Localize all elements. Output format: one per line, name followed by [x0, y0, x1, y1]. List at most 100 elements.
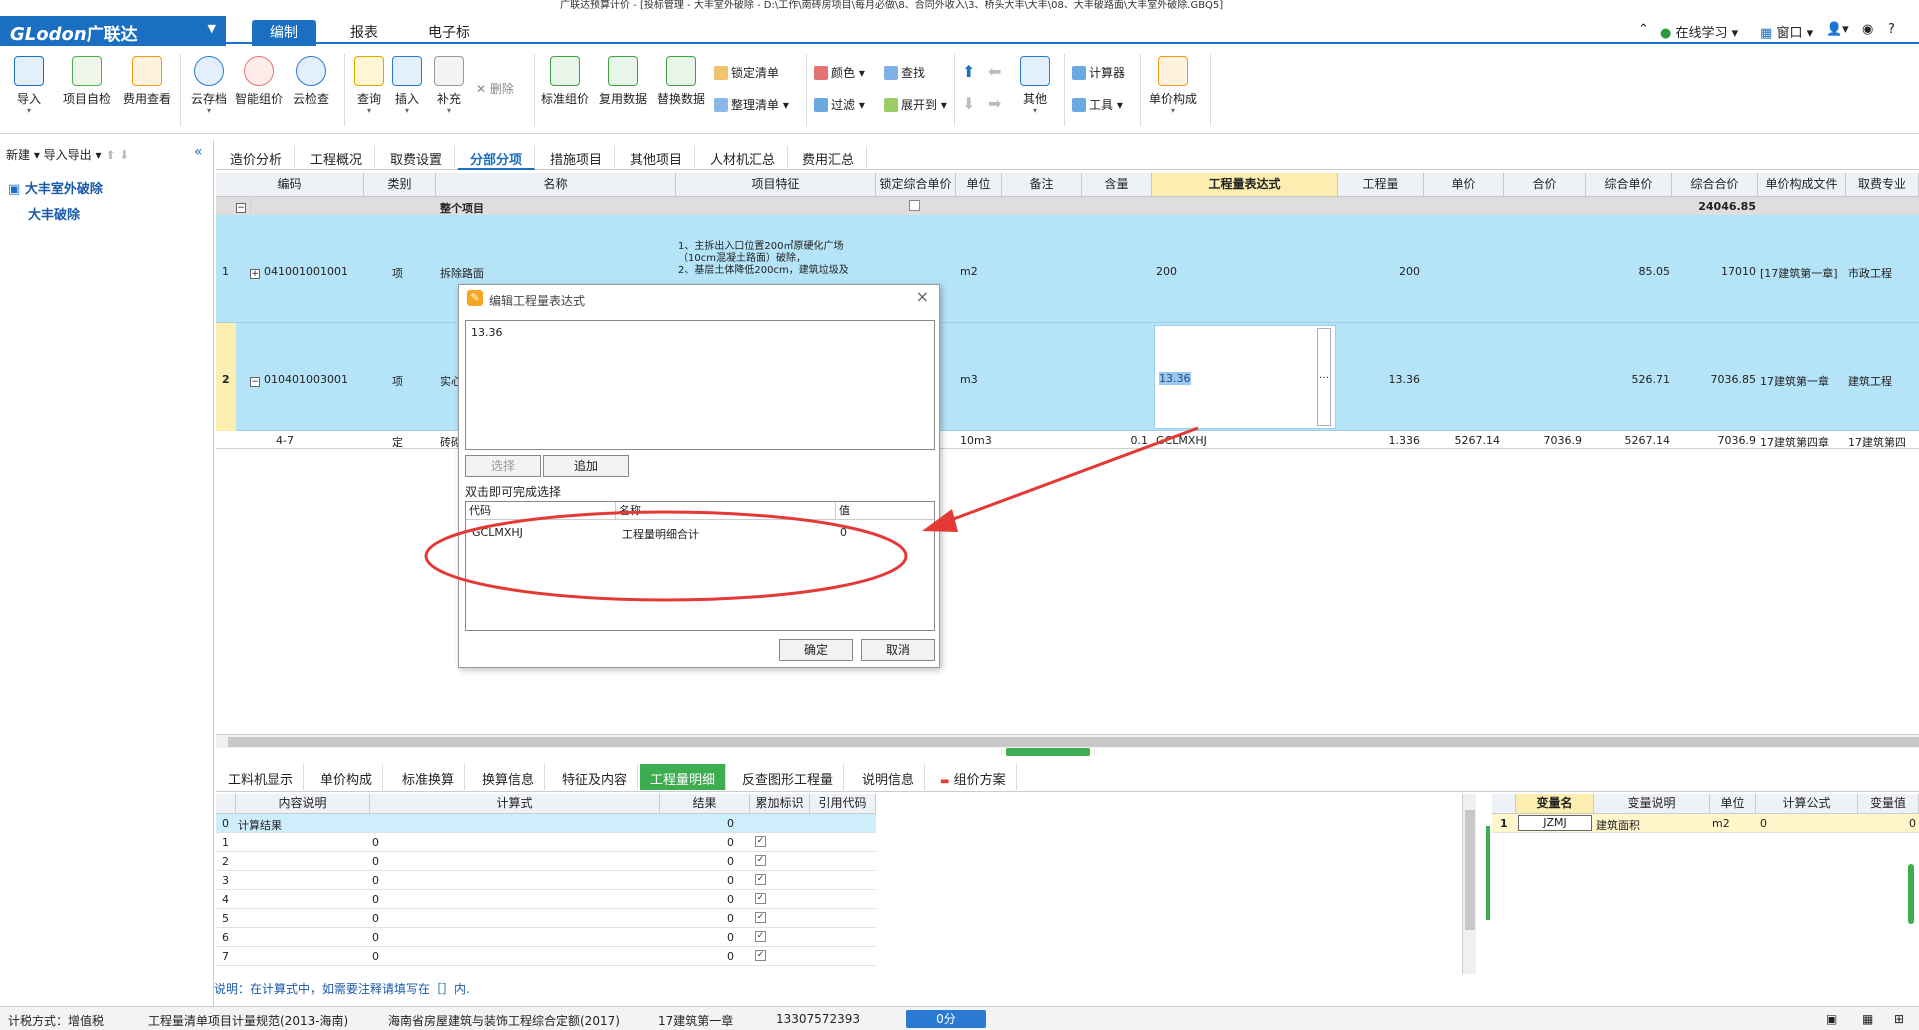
col-header-price-file[interactable]: 单价构成文件 [1758, 173, 1846, 197]
tab-cost-analysis[interactable]: 造价分析 [218, 146, 296, 170]
unit-price-composition-button[interactable]: 单价构成 ▾ [1144, 56, 1202, 115]
accumulate-checkbox[interactable]: ✓ [755, 874, 766, 885]
online-learning-button[interactable]: ● 在线学习 ▾ [1660, 22, 1738, 41]
row-code[interactable]: −010401003001 [250, 373, 348, 387]
import-export-button[interactable]: 导入导出 [44, 148, 92, 162]
detail-row-expr[interactable]: 0 [372, 950, 379, 963]
find-button[interactable]: 查找 [884, 64, 925, 81]
vars-row-name[interactable]: JZMJ [1518, 815, 1592, 831]
col-header-remark[interactable]: 备注 [1002, 173, 1082, 197]
move-left-icon[interactable]: ⬅ [988, 62, 1001, 81]
tab-feature-content[interactable]: 特征及内容 [552, 764, 639, 790]
detail-row-expr[interactable]: 0 [372, 836, 379, 849]
replace-data-button[interactable]: 替换数据 [652, 56, 710, 107]
detail-row[interactable]: 2 0 0 ✓ [216, 852, 876, 871]
layout-icon[interactable]: ▣ [1826, 1012, 1837, 1026]
vars-col-header-name[interactable]: 变量名 [1516, 794, 1594, 814]
expr-ellipsis-button[interactable]: … [1317, 328, 1331, 426]
expand-icon[interactable]: + [250, 269, 260, 279]
detail-row-expr[interactable]: 0 [372, 912, 379, 925]
row-qty-expr[interactable]: 200 [1156, 265, 1177, 278]
table-row-total[interactable]: − 整个项目 24046.85 [216, 197, 1919, 215]
move-down-icon[interactable]: ⬇ [962, 94, 975, 113]
detail-col-header-result[interactable]: 结果 [660, 794, 750, 814]
move-down-icon[interactable]: ⬇ [119, 148, 129, 162]
list-item-value[interactable]: 0 [840, 526, 847, 539]
col-header-comp-price[interactable]: 综合单价 [1586, 173, 1672, 197]
tab-conversion-info[interactable]: 换算信息 [472, 764, 546, 790]
ok-button[interactable]: 确定 [779, 639, 853, 661]
detail-col-header-expr[interactable]: 计算式 [370, 794, 660, 814]
grid-view-icon[interactable]: ▦ [1862, 1012, 1873, 1026]
delete-button[interactable]: ✕ 删除 [476, 80, 514, 97]
tab-standard-conversion[interactable]: 标准换算 [392, 764, 466, 790]
collapse-ribbon-icon[interactable]: ⌃ [1638, 22, 1649, 37]
detail-row[interactable]: 4 0 0 ✓ [216, 890, 876, 909]
accumulate-checkbox[interactable]: ✓ [755, 912, 766, 923]
row-qty-expr[interactable]: GCLMXHJ [1156, 434, 1207, 447]
user-icon[interactable]: 👤▾ [1826, 22, 1849, 37]
menu-tab-etender[interactable]: 电子标 [410, 20, 488, 46]
expand-to-button[interactable]: 展开到 ▾ [884, 96, 947, 113]
tools-button[interactable]: 工具 ▾ [1072, 96, 1123, 113]
cost-view-button[interactable]: 费用查看 [118, 56, 176, 107]
select-button[interactable]: 选择 [465, 455, 541, 477]
vars-col-header-formula[interactable]: 计算公式 [1756, 794, 1858, 814]
tab-fee-settings[interactable]: 取费设置 [378, 146, 456, 170]
lock-checkbox[interactable] [909, 200, 920, 211]
col-header-comp-total[interactable]: 综合合价 [1672, 173, 1758, 197]
detail-row-expr[interactable]: 0 [372, 931, 379, 944]
window-menu-button[interactable]: ▦ 窗口 ▾ [1760, 22, 1813, 41]
detail-row-expr[interactable]: 0 [372, 855, 379, 868]
collapse-pane-icon[interactable]: « [194, 144, 203, 160]
supplement-button[interactable]: 补充 ▾ [420, 56, 478, 115]
append-button[interactable]: 追加 [543, 455, 629, 477]
cancel-button[interactable]: 取消 [861, 639, 935, 661]
row-code[interactable]: +041001001001 [250, 265, 348, 279]
detail-row-expr[interactable]: 0 [372, 874, 379, 887]
accumulate-checkbox[interactable]: ✓ [755, 836, 766, 847]
vars-row[interactable]: 1 JZMJ 建筑面积 m2 0 0 [1492, 814, 1919, 833]
detail-row-result[interactable]: 0 计算结果 0 [216, 814, 876, 833]
tab-pricing-scheme[interactable]: ▬ 组价方案 [930, 764, 1017, 790]
tab-reverse-graphic-qty[interactable]: 反查图形工程量 [732, 764, 845, 790]
menu-tab-edit[interactable]: 编制 [252, 20, 316, 46]
project-self-check-button[interactable]: 项目自检 [58, 56, 116, 107]
col-header-unit-price[interactable]: 单价 [1424, 173, 1504, 197]
detail-row[interactable]: 7 0 0 ✓ [216, 947, 876, 966]
col-header-major[interactable]: 取费专业 [1846, 173, 1919, 197]
right-scroll-indicator[interactable] [1908, 864, 1914, 924]
col-header-total[interactable]: 合价 [1504, 173, 1586, 197]
tab-other-items[interactable]: 其他项目 [618, 146, 696, 170]
col-header-unit[interactable]: 单位 [956, 173, 1002, 197]
app-logo[interactable]: GLodon广联达 ▼ [0, 16, 226, 46]
tab-unit-price-composition[interactable]: 单价构成 [310, 764, 384, 790]
cloud-check-button[interactable]: 云检查 [282, 56, 340, 107]
color-button[interactable]: 颜色 ▾ [814, 64, 865, 81]
status-score-badge[interactable]: 0分 [906, 1010, 986, 1028]
tab-description-info[interactable]: 说明信息 [852, 764, 926, 790]
smart-pricing-button[interactable]: 智能组价 [230, 56, 288, 107]
tab-project-overview[interactable]: 工程概况 [298, 146, 376, 170]
vars-col-header-unit[interactable]: 单位 [1710, 794, 1756, 814]
menu-tab-report[interactable]: 报表 [332, 20, 396, 46]
move-up-icon[interactable]: ⬆ [962, 62, 975, 81]
move-right-icon[interactable]: ➡ [988, 94, 1001, 113]
vars-col-header-value[interactable]: 变量值 [1858, 794, 1919, 814]
accumulate-checkbox[interactable]: ✓ [755, 893, 766, 904]
help-button[interactable]: ? [1888, 22, 1895, 37]
other-button[interactable]: 其他 ▾ [1006, 56, 1064, 115]
expr-textarea[interactable]: 13.36 [465, 320, 935, 450]
tidy-list-button[interactable]: 整理清单 ▾ [714, 96, 789, 113]
zoom-icon[interactable]: ⊞ [1894, 1012, 1904, 1026]
accumulate-checkbox[interactable]: ✓ [755, 950, 766, 961]
vars-col-header-desc[interactable]: 变量说明 [1594, 794, 1710, 814]
tree-node-project[interactable]: ▣ 大丰室外破除 [8, 178, 103, 197]
scrollbar-thumb[interactable] [1465, 810, 1475, 930]
detail-row[interactable]: 3 0 0 ✓ [216, 871, 876, 890]
close-icon[interactable]: × [916, 287, 929, 306]
detail-row[interactable]: 5 0 0 ✓ [216, 909, 876, 928]
qty-expr-editor[interactable]: 13.36 … [1154, 325, 1336, 429]
tab-sub-items[interactable]: 分部分项 [458, 146, 536, 170]
standard-pricing-button[interactable]: 标准组价 [536, 56, 594, 107]
